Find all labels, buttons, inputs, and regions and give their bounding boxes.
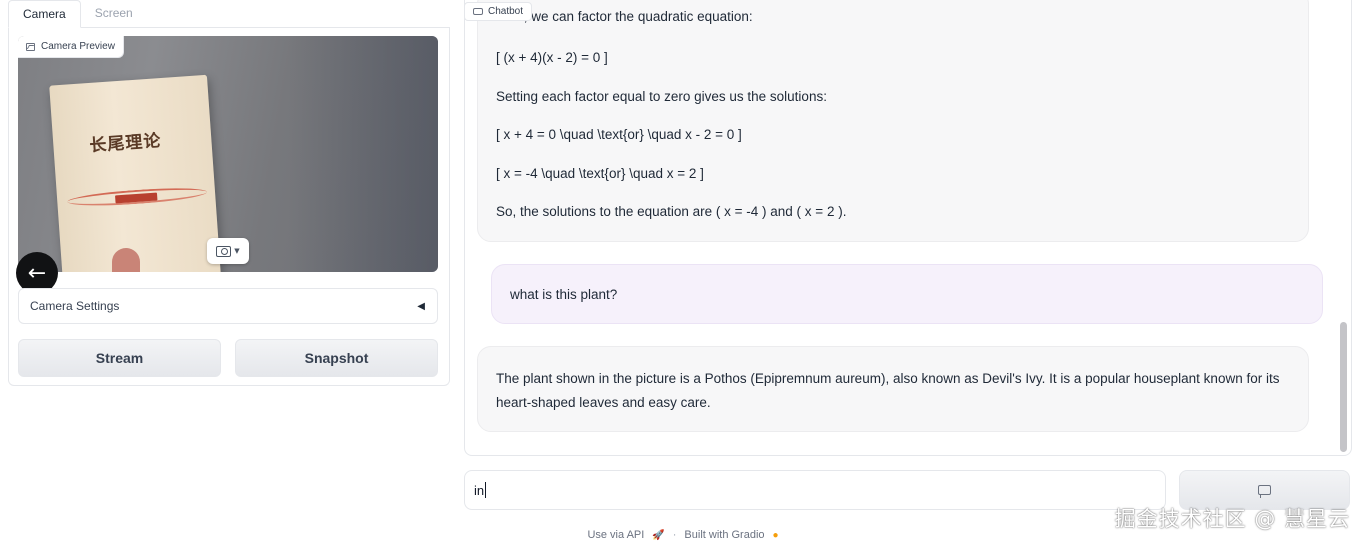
footer-separator: · <box>672 529 677 541</box>
book-in-frame: 长尾理论 <box>49 74 221 272</box>
finger-in-frame <box>112 248 140 272</box>
bot-message: The plant shown in the picture is a Poth… <box>477 346 1309 432</box>
tab-screen[interactable]: Screen <box>81 0 147 27</box>
camera-source-button[interactable]: ▼ <box>207 238 249 264</box>
bot-message: Next, we can factor the quadratic equati… <box>477 0 1309 242</box>
chat-icon <box>473 8 483 15</box>
text-cursor <box>485 482 487 498</box>
camera-preview-label: Camera Preview <box>18 36 124 58</box>
camera-settings-accordion[interactable]: Camera Settings ◀ <box>18 288 438 324</box>
message-input-value: in <box>474 482 485 498</box>
message-line: Setting each factor equal to zero gives … <box>496 89 827 104</box>
chat-scrollbar[interactable] <box>1340 322 1347 452</box>
message-line: [ x = -4 \quad \text{or} \quad x = 2 ] <box>496 166 704 181</box>
use-via-api-link[interactable]: Use via API <box>587 529 644 541</box>
rocket-icon: 🚀 <box>652 529 665 541</box>
message-line: [ (x + 4)(x - 2) = 0 ] <box>496 50 608 65</box>
message-line: Next, we can factor the quadratic equati… <box>496 9 753 24</box>
chatbot-panel[interactable]: Next, we can factor the quadratic equati… <box>464 0 1352 456</box>
user-message: what is this plant? <box>491 264 1323 324</box>
image-icon <box>26 42 35 51</box>
message-line: So, the solutions to the equation are ( … <box>496 204 847 219</box>
snapshot-button[interactable]: Snapshot <box>235 339 438 377</box>
watermark: 掘金技术社区 @ 慧星云 <box>1114 507 1350 531</box>
book-title: 长尾理论 <box>88 131 163 157</box>
message-input[interactable]: in <box>464 470 1166 510</box>
background-shade <box>288 36 438 272</box>
built-with-gradio-link[interactable]: Built with Gradio <box>684 529 764 541</box>
expand-icon: ◀ <box>417 300 425 312</box>
bot-message-text: The plant shown in the picture is a Poth… <box>496 371 1280 410</box>
chatbot-label-text: Chatbot <box>488 6 524 17</box>
arrow-left-icon: ← <box>27 260 47 286</box>
chatbot-label: Chatbot <box>464 2 533 21</box>
message-line: [ x + 4 = 0 \quad \text{or} \quad x - 2 … <box>496 127 742 142</box>
gradio-logo-icon: ● <box>772 529 779 541</box>
user-message-text: what is this plant? <box>510 286 618 302</box>
camera-preview-video: 长尾理论 <box>18 36 438 272</box>
chevron-down-icon: ▼ <box>234 247 240 255</box>
message-icon <box>1258 485 1271 498</box>
camera-preview-label-text: Camera Preview <box>41 41 115 52</box>
camera-settings-label: Camera Settings <box>30 299 120 313</box>
tab-bar: Camera Screen <box>8 0 450 28</box>
tab-camera[interactable]: Camera <box>8 0 81 28</box>
camera-icon <box>216 245 232 257</box>
stream-button[interactable]: Stream <box>18 339 221 377</box>
left-panel: Camera Screen 长尾理论 Camera Preview ▼ ← Ca… <box>0 0 450 549</box>
